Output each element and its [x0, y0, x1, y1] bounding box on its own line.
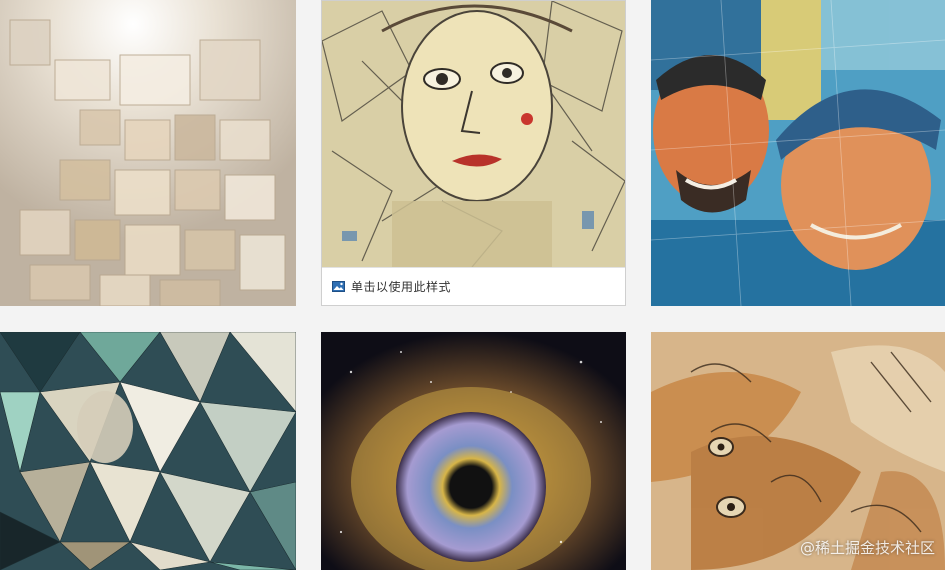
- style-tile-cubist[interactable]: [0, 0, 296, 306]
- use-style-caption[interactable]: 单击以使用此样式: [322, 267, 625, 305]
- use-style-label: 单击以使用此样式: [351, 280, 452, 294]
- image-icon: [332, 281, 345, 292]
- style-tile-sketch-selected[interactable]: 单击以使用此样式: [321, 0, 626, 306]
- style-gallery: 单击以使用此样式 @稀土掘金技术社区: [0, 0, 945, 570]
- style-preview-image: [651, 0, 945, 306]
- style-preview-image: [321, 332, 626, 570]
- style-tile-textured[interactable]: @稀土掘金技术社区: [651, 332, 945, 570]
- style-preview-image: [322, 1, 625, 267]
- style-preview-image: [651, 332, 945, 570]
- style-preview-image: [0, 0, 296, 306]
- style-tile-mosaic[interactable]: [651, 0, 945, 306]
- site-watermark: @稀土掘金技术社区: [799, 539, 935, 557]
- style-tile-low-poly[interactable]: [0, 332, 296, 570]
- style-preview-image: [0, 332, 296, 570]
- style-tile-galaxy[interactable]: [321, 332, 626, 570]
